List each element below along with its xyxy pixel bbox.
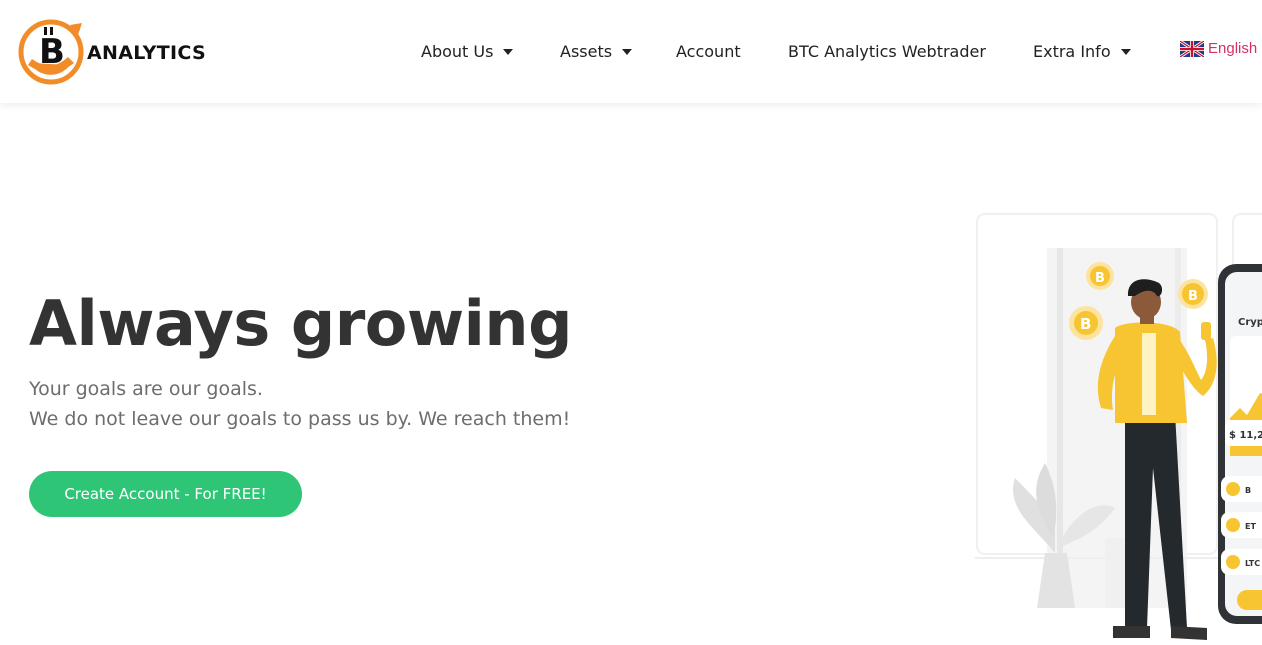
site-header: B ANALYTICS About Us Assets Account BTC … — [0, 0, 1262, 103]
hero-title: Always growing — [29, 287, 572, 360]
nav-account[interactable]: Account — [676, 38, 741, 64]
hero-subtitle-line-2: We do not leave our goals to pass us by.… — [29, 408, 571, 430]
nav-assets[interactable]: Assets — [560, 38, 633, 64]
phone-list-item-1: B — [1245, 486, 1251, 495]
nav-webtrader-label: BTC Analytics Webtrader — [788, 41, 986, 61]
nav-extra-info-label: Extra Info — [1033, 41, 1111, 61]
main-nav: About Us Assets Account BTC Analytics We… — [0, 38, 1262, 64]
phone-price-text: $ 11,2 — [1229, 430, 1262, 441]
bitcoin-coin-icon: B — [1086, 262, 1114, 290]
uk-flag-icon — [1180, 40, 1204, 57]
nav-about-us-label: About Us — [421, 41, 494, 61]
nav-extra-info[interactable]: Extra Info — [1033, 38, 1131, 64]
nav-assets-label: Assets — [560, 41, 613, 61]
nav-about-us[interactable]: About Us — [421, 38, 514, 64]
create-account-button[interactable]: Create Account - For FREE! — [29, 471, 302, 517]
hero-subtitle-line-1: Your goals are our goals. — [29, 378, 263, 400]
phone-header-text: Cryp — [1238, 317, 1262, 328]
bitcoin-coin-icon: B — [1178, 279, 1208, 309]
chevron-down-icon — [622, 48, 633, 55]
phone-mockup: Cryp $ 11,2 B ET LTC — [1218, 264, 1262, 624]
svg-text:B: B — [1095, 271, 1105, 286]
chevron-down-icon — [503, 48, 514, 55]
phone-list-item-2: ET — [1245, 522, 1256, 531]
language-selector[interactable]: English — [1180, 40, 1257, 57]
chevron-down-icon — [1120, 48, 1131, 55]
nav-account-label: Account — [676, 41, 741, 61]
svg-text:B: B — [1080, 315, 1091, 333]
svg-text:B: B — [1188, 289, 1198, 304]
hero-illustration: B B B Cryp $ 11,2 B ET LTC — [975, 213, 1262, 640]
language-label: English — [1208, 40, 1258, 57]
bitcoin-coin-icon: B — [1069, 306, 1103, 340]
phone-list-item-3: LTC — [1245, 559, 1260, 568]
nav-webtrader[interactable]: BTC Analytics Webtrader — [788, 38, 986, 64]
